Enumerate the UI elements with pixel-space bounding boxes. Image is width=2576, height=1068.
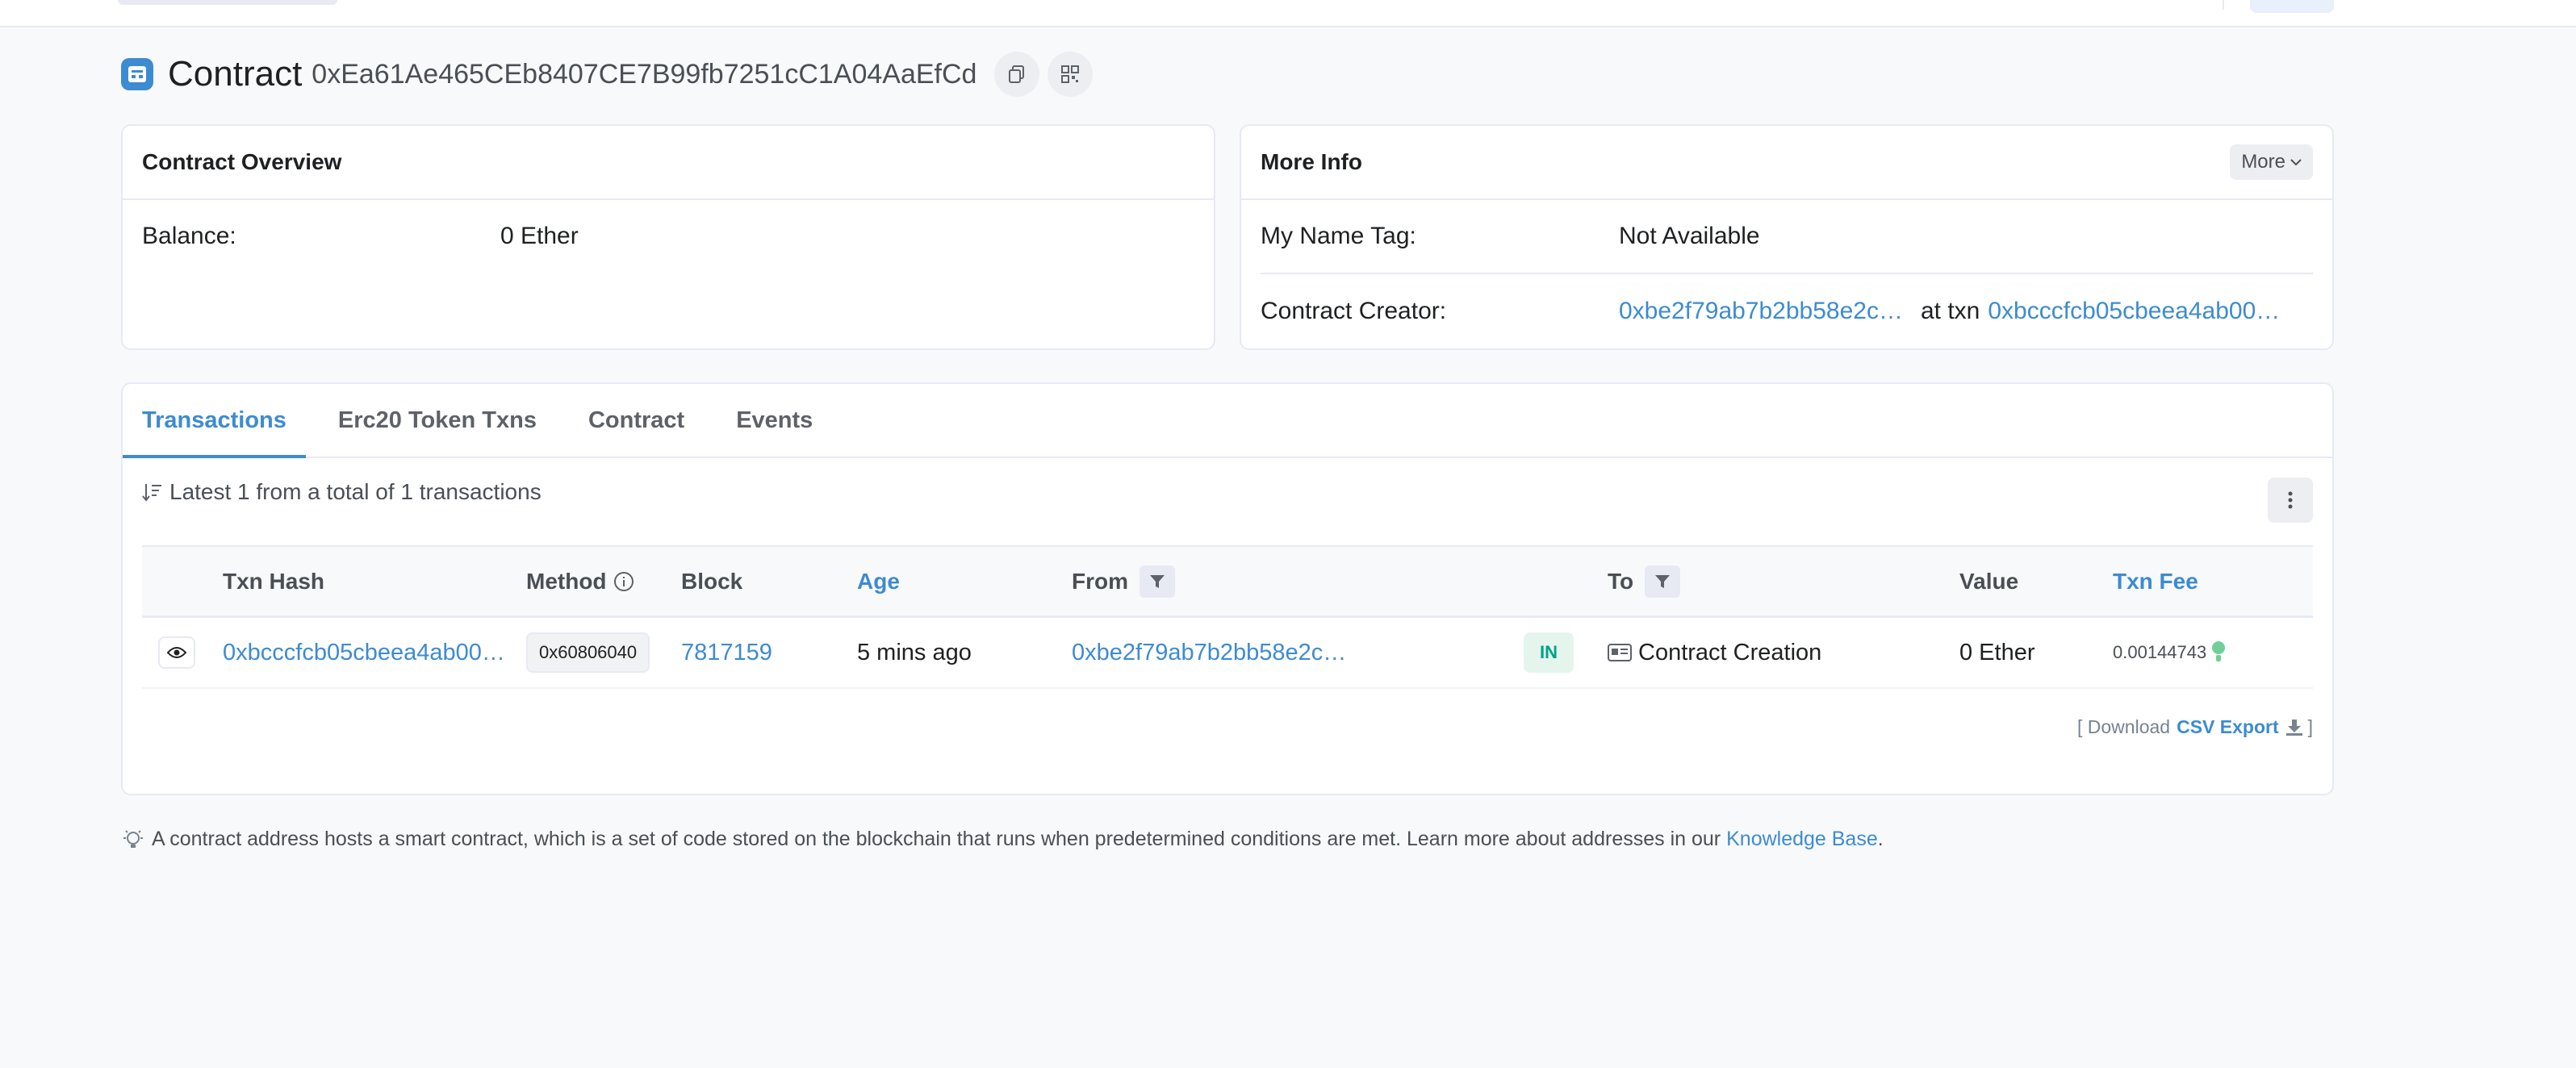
balance-row: Balance: 0 Ether — [123, 200, 1214, 273]
download-prefix: [ Download — [2077, 716, 2171, 737]
tab-erc20-token-txns[interactable]: Erc20 Token Txns — [338, 384, 537, 457]
col-value: Value — [1959, 568, 2019, 594]
download-suffix: ] — [2307, 716, 2313, 737]
name-tag-value: Not Available — [1619, 223, 1760, 249]
row-block: 7817159 — [681, 618, 772, 687]
download-icon — [2285, 719, 2302, 736]
row-txn-fee: 0.00144743 — [2113, 618, 2226, 687]
at-txn-label: at txn — [1920, 298, 1980, 324]
col-to-label: To — [1608, 568, 1634, 594]
col-from-label: From — [1072, 568, 1128, 594]
method-badge: 0x60806040 — [526, 632, 650, 673]
page-header: Contract 0xEa61Ae465CEb8407CE7B99fb7251c… — [121, 52, 1101, 97]
to-filter-button[interactable] — [1645, 565, 1681, 598]
card-title: More Info — [1261, 149, 1362, 174]
col-age[interactable]: Age — [857, 547, 900, 615]
from-address-link[interactable]: 0xbe2f79ab7b2bb58e2c… — [1072, 640, 1346, 666]
page-title: Contract — [168, 54, 303, 94]
name-tag-label: My Name Tag: — [1261, 223, 1416, 249]
direction-badge: IN — [1524, 632, 1574, 673]
row-value: 0 Ether — [1959, 639, 2035, 665]
sort-descending-icon — [142, 484, 161, 502]
more-options-button[interactable] — [2268, 478, 2313, 523]
tab-events[interactable]: Events — [736, 384, 813, 457]
table-header: Txn Hash Method Block Age From To Value … — [142, 545, 2313, 618]
from-filter-button[interactable] — [1140, 565, 1175, 598]
qr-code-icon — [1061, 65, 1080, 83]
txn-hash-link[interactable]: 0xbcccfcb05cbeea4ab00… — [223, 640, 505, 666]
col-txn-fee[interactable]: Txn Fee — [2113, 547, 2198, 615]
creator-label: Contract Creator: — [1261, 298, 1447, 324]
note-end: . — [1877, 828, 1884, 850]
tab-contract[interactable]: Contract — [588, 384, 684, 457]
navbar-button-edge[interactable] — [2250, 0, 2334, 13]
transactions-card: Transactions Erc20 Token Txns Contract E… — [121, 382, 2334, 795]
transactions-summary: Latest 1 from a total of 1 transactions — [142, 479, 542, 505]
qr-code-button[interactable] — [1048, 52, 1094, 97]
eye-icon — [167, 647, 186, 658]
contract-creator-row: Contract Creator: 0xbe2f79ab7b2bb58e2c… … — [1241, 274, 2332, 348]
contract-overview-card: Contract Overview Balance: 0 Ether — [121, 124, 1215, 350]
more-dropdown-button[interactable]: More — [2230, 144, 2313, 180]
col-to: To — [1608, 547, 1681, 615]
more-label: More — [2241, 151, 2285, 173]
info-icon — [613, 571, 634, 591]
preview-button[interactable] — [158, 636, 195, 669]
col-method-label: Method — [526, 568, 607, 594]
contract-address: 0xEa61Ae465CEb8407CE7B99fb7251cC1A04AaEf… — [312, 58, 977, 90]
filter-icon — [1655, 574, 1671, 588]
creator-address-link[interactable]: 0xbe2f79ab7b2bb58e2c… — [1619, 298, 1903, 325]
row-direction: IN — [1524, 618, 1574, 687]
to-contract-creation: Contract Creation — [1638, 639, 1822, 665]
table-row: 0xbcccfcb05cbeea4ab00… 0x60806040 781715… — [142, 618, 2313, 689]
balance-value: 0 Ether — [500, 223, 579, 249]
col-txn-hash: Txn Hash — [223, 568, 325, 594]
top-navbar — [0, 0, 2576, 27]
row-preview-cell — [158, 618, 195, 687]
note-text: A contract address hosts a smart contrac… — [152, 828, 1721, 850]
csv-export-link[interactable]: CSV Export — [2177, 716, 2279, 738]
balance-label: Balance: — [142, 223, 236, 249]
knowledge-base-link[interactable]: Knowledge Base — [1726, 828, 1878, 851]
contract-icon — [121, 58, 153, 90]
contract-creation-icon — [1608, 644, 1632, 661]
filter-icon — [1150, 574, 1165, 588]
col-block: Block — [681, 568, 743, 594]
row-to: Contract Creation — [1608, 618, 1821, 687]
row-method: 0x60806040 — [526, 618, 650, 687]
contract-info-note: A contract address hosts a smart contrac… — [121, 828, 1884, 851]
vertical-dots-icon — [2288, 491, 2293, 509]
card-title: Contract Overview — [142, 149, 342, 174]
col-method: Method — [526, 547, 634, 615]
row-txn-hash: 0xbcccfcb05cbeea4ab00… — [223, 618, 505, 687]
card-header: More Info More — [1241, 126, 2332, 200]
creator-txn-link[interactable]: 0xbcccfcb05cbeea4ab00… — [1988, 298, 2280, 325]
block-link[interactable]: 7817159 — [681, 640, 772, 666]
summary-text: Latest 1 from a total of 1 transactions — [169, 479, 542, 504]
copy-button[interactable] — [994, 52, 1040, 97]
row-age: 5 mins ago — [857, 639, 972, 665]
navbar-divider — [2223, 0, 2224, 10]
name-tag-row: My Name Tag: Not Available — [1261, 200, 2313, 274]
lightbulb-icon — [123, 829, 143, 848]
copy-icon — [1009, 65, 1025, 83]
more-info-card: More Info More My Name Tag: Not Availabl… — [1240, 124, 2334, 350]
tab-transactions[interactable]: Transactions — [123, 384, 306, 458]
row-from: 0xbe2f79ab7b2bb58e2c… — [1072, 618, 1346, 687]
search-bar-edge[interactable] — [118, 0, 337, 5]
gas-price-icon — [2212, 641, 2226, 661]
download-export: [ Download CSV Export ] — [2077, 716, 2313, 738]
chevron-down-icon — [2290, 159, 2302, 166]
col-from: From — [1072, 547, 1175, 615]
card-header: Contract Overview — [123, 126, 1214, 200]
txn-fee-value: 0.00144743 — [2113, 642, 2207, 662]
tab-bar: Transactions Erc20 Token Txns Contract E… — [123, 384, 2332, 458]
